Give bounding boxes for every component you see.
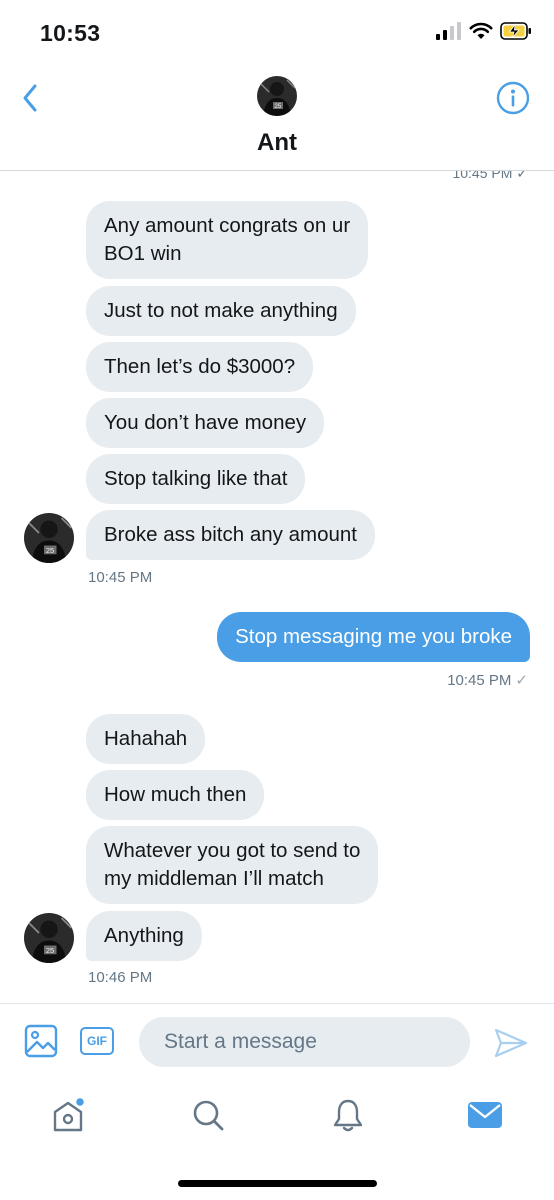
- message-composer: GIF: [0, 1003, 554, 1079]
- message-timestamp: 10:45 PM: [88, 569, 153, 586]
- tab-search[interactable]: [188, 1095, 228, 1135]
- tab-home[interactable]: [48, 1095, 88, 1135]
- search-icon: [193, 1100, 224, 1131]
- message-timestamp: 10:45 PM ✓: [452, 171, 528, 181]
- add-photo-button[interactable]: [24, 1024, 58, 1058]
- home-icon: [53, 1096, 86, 1132]
- received-message[interactable]: Whatever you got to send to my middleman…: [86, 826, 379, 904]
- received-message[interactable]: How much then: [86, 770, 265, 820]
- contact-name[interactable]: Ant: [0, 129, 554, 157]
- info-button[interactable]: [496, 81, 530, 115]
- gif-button[interactable]: GIF: [80, 1027, 114, 1055]
- message-timestamp: 10:46 PM: [88, 969, 153, 986]
- send-button[interactable]: [494, 1027, 528, 1059]
- messages-icon: [468, 1102, 502, 1128]
- status-icons: [436, 22, 532, 40]
- sent-message[interactable]: Stop messaging me you broke: [217, 612, 530, 662]
- notifications-icon: [333, 1099, 363, 1132]
- received-message[interactable]: Anything: [86, 911, 202, 961]
- svg-text:25: 25: [46, 546, 54, 555]
- conversation-header: 25 Ant: [0, 66, 554, 171]
- tab-bar: [0, 1079, 554, 1200]
- sender-avatar[interactable]: 25: [24, 513, 74, 563]
- status-bar: 10:53: [0, 0, 554, 66]
- chevron-left-icon: [23, 84, 37, 112]
- received-message[interactable]: Just to not make anything: [86, 286, 356, 336]
- send-icon: [494, 1028, 528, 1058]
- message-timestamp: 10:45 PM: [447, 672, 512, 689]
- received-message[interactable]: Stop talking like that: [86, 454, 306, 504]
- received-message[interactable]: Any amount congrats on ur BO1 win: [86, 201, 369, 279]
- svg-text:25: 25: [275, 104, 282, 110]
- sent-message-meta: 10:45 PM ✓: [447, 671, 528, 689]
- battery-charging-icon: [500, 22, 531, 40]
- sender-avatar[interactable]: 25: [24, 913, 74, 963]
- tab-messages[interactable]: [465, 1095, 505, 1135]
- image-icon: [24, 1024, 58, 1058]
- svg-text:25: 25: [46, 946, 54, 955]
- received-message[interactable]: Then let’s do $3000?: [86, 342, 314, 392]
- status-time: 10:53: [40, 20, 101, 46]
- wifi-icon: [469, 22, 493, 39]
- back-button[interactable]: [16, 80, 44, 116]
- home-indicator: [178, 1180, 377, 1187]
- sent-check-icon: ✓: [515, 672, 528, 689]
- received-message[interactable]: Hahahah: [86, 714, 206, 764]
- message-input[interactable]: [139, 1017, 470, 1067]
- contact-avatar[interactable]: 25: [257, 76, 297, 116]
- tab-notifications[interactable]: [328, 1095, 368, 1135]
- info-icon: [496, 81, 530, 115]
- received-message[interactable]: Broke ass bitch any amount: [86, 510, 375, 560]
- signal-icon: [436, 22, 461, 40]
- received-message[interactable]: You don’t have money: [86, 398, 325, 448]
- message-list[interactable]: 10:45 PM ✓ Any amount congrats on ur BO1…: [0, 171, 554, 1003]
